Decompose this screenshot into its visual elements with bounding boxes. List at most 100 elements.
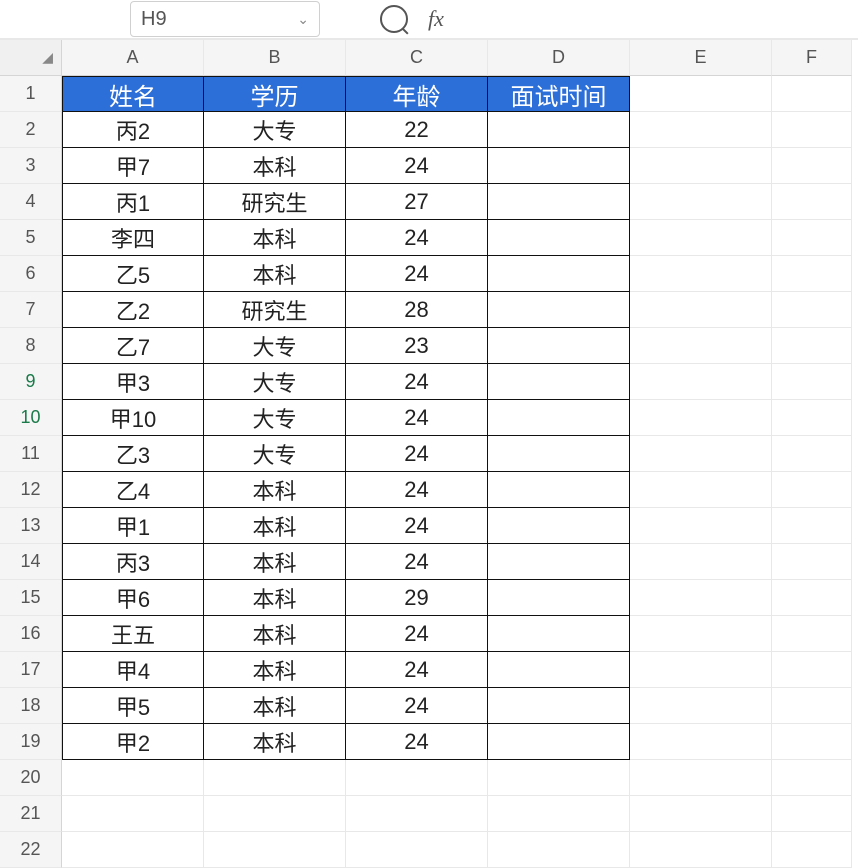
cell[interactable] xyxy=(772,292,852,328)
cell[interactable] xyxy=(488,688,630,724)
cell[interactable] xyxy=(630,184,772,220)
cell[interactable]: 乙4 xyxy=(62,472,204,508)
cell[interactable]: 甲10 xyxy=(62,400,204,436)
cell[interactable]: 甲3 xyxy=(62,364,204,400)
cell[interactable] xyxy=(488,760,630,796)
cell[interactable] xyxy=(488,328,630,364)
cell[interactable] xyxy=(772,652,852,688)
cell[interactable] xyxy=(772,544,852,580)
cell[interactable]: 24 xyxy=(346,652,488,688)
cell[interactable] xyxy=(488,832,630,868)
cell[interactable] xyxy=(772,112,852,148)
cell[interactable]: 王五 xyxy=(62,616,204,652)
cell[interactable]: 丙1 xyxy=(62,184,204,220)
row-header[interactable]: 13 xyxy=(0,508,62,544)
table-header-cell[interactable]: 学历 xyxy=(204,76,346,112)
cell[interactable] xyxy=(488,472,630,508)
cell[interactable] xyxy=(630,220,772,256)
cell[interactable] xyxy=(488,112,630,148)
cell[interactable] xyxy=(630,508,772,544)
fx-label[interactable]: fx xyxy=(428,6,444,32)
cell[interactable] xyxy=(346,832,488,868)
row-header[interactable]: 11 xyxy=(0,436,62,472)
cell[interactable] xyxy=(772,724,852,760)
cell[interactable]: 甲6 xyxy=(62,580,204,616)
cell[interactable] xyxy=(630,688,772,724)
cell[interactable] xyxy=(630,616,772,652)
row-header[interactable]: 4 xyxy=(0,184,62,220)
cell[interactable] xyxy=(488,652,630,688)
cell[interactable] xyxy=(772,400,852,436)
cell[interactable]: 24 xyxy=(346,472,488,508)
cell[interactable] xyxy=(772,616,852,652)
cell[interactable]: 大专 xyxy=(204,328,346,364)
cell[interactable] xyxy=(772,760,852,796)
row-header[interactable]: 10 xyxy=(0,400,62,436)
cell[interactable]: 24 xyxy=(346,400,488,436)
cell[interactable] xyxy=(772,184,852,220)
col-header-d[interactable]: D xyxy=(488,40,630,76)
cell[interactable] xyxy=(772,148,852,184)
cell[interactable] xyxy=(630,436,772,472)
cell[interactable]: 丙3 xyxy=(62,544,204,580)
cell[interactable] xyxy=(772,220,852,256)
cell[interactable]: 大专 xyxy=(204,436,346,472)
cell[interactable] xyxy=(772,472,852,508)
cell[interactable] xyxy=(772,580,852,616)
row-header[interactable]: 9 xyxy=(0,364,62,400)
row-header[interactable]: 8 xyxy=(0,328,62,364)
cell[interactable] xyxy=(488,364,630,400)
select-all-corner[interactable]: ◢ xyxy=(0,40,62,76)
row-header[interactable]: 17 xyxy=(0,652,62,688)
cell[interactable] xyxy=(772,508,852,544)
table-header-cell[interactable]: 面试时间 xyxy=(488,76,630,112)
cell[interactable] xyxy=(204,832,346,868)
cell[interactable] xyxy=(488,148,630,184)
cell[interactable] xyxy=(630,724,772,760)
cell[interactable] xyxy=(488,436,630,472)
cell[interactable]: 本科 xyxy=(204,544,346,580)
cell[interactable] xyxy=(630,652,772,688)
table-header-cell[interactable]: 年龄 xyxy=(346,76,488,112)
cell[interactable]: 23 xyxy=(346,328,488,364)
cell[interactable] xyxy=(630,796,772,832)
cell[interactable] xyxy=(630,472,772,508)
cell[interactable] xyxy=(630,760,772,796)
cell[interactable]: 研究生 xyxy=(204,184,346,220)
cell[interactable]: 大专 xyxy=(204,400,346,436)
row-header[interactable]: 1 xyxy=(0,76,62,112)
cell[interactable]: 24 xyxy=(346,436,488,472)
col-header-b[interactable]: B xyxy=(204,40,346,76)
cell[interactable] xyxy=(488,796,630,832)
row-header[interactable]: 21 xyxy=(0,796,62,832)
cell[interactable] xyxy=(630,580,772,616)
cell[interactable] xyxy=(630,112,772,148)
cell[interactable] xyxy=(772,796,852,832)
cell[interactable] xyxy=(488,616,630,652)
cell[interactable] xyxy=(630,256,772,292)
cell[interactable]: 本科 xyxy=(204,580,346,616)
cell[interactable] xyxy=(772,832,852,868)
cell[interactable] xyxy=(772,328,852,364)
col-header-c[interactable]: C xyxy=(346,40,488,76)
row-header[interactable]: 5 xyxy=(0,220,62,256)
col-header-e[interactable]: E xyxy=(630,40,772,76)
row-header[interactable]: 2 xyxy=(0,112,62,148)
row-header[interactable]: 20 xyxy=(0,760,62,796)
cell[interactable]: 乙2 xyxy=(62,292,204,328)
cell[interactable]: 24 xyxy=(346,508,488,544)
cell[interactable] xyxy=(630,292,772,328)
name-box[interactable]: H9 ⌄ xyxy=(130,1,320,37)
cell[interactable]: 大专 xyxy=(204,364,346,400)
cell[interactable]: 甲1 xyxy=(62,508,204,544)
cell[interactable] xyxy=(62,832,204,868)
row-header[interactable]: 12 xyxy=(0,472,62,508)
cell[interactable]: 22 xyxy=(346,112,488,148)
cell[interactable]: 乙7 xyxy=(62,328,204,364)
cell[interactable]: 本科 xyxy=(204,724,346,760)
cell[interactable]: 本科 xyxy=(204,688,346,724)
cell[interactable]: 本科 xyxy=(204,472,346,508)
col-header-a[interactable]: A xyxy=(62,40,204,76)
cell[interactable]: 29 xyxy=(346,580,488,616)
cell[interactable] xyxy=(772,436,852,472)
